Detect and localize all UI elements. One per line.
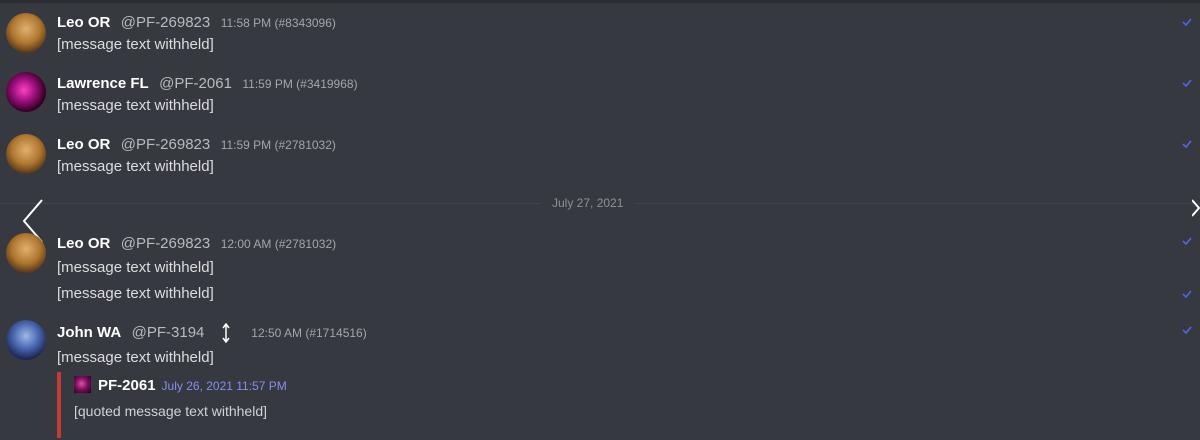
reply-username[interactable]: PF-2061 — [98, 377, 156, 394]
message-header: Leo OR @PF-269823 11:58 PM (#8343096) — [57, 13, 336, 33]
username[interactable]: John WA — [57, 324, 121, 341]
timestamp: 11:58 PM (#8343096) — [220, 16, 336, 30]
timestamp: 12:00 AM (#2781032) — [220, 237, 337, 251]
check-icon — [1182, 17, 1192, 27]
check-icon — [1182, 289, 1192, 299]
message-header: Leo OR @PF-269823 12:00 AM (#2781032) — [57, 234, 336, 254]
reply-accent-bar — [57, 372, 61, 438]
reply-timestamp: July 26, 2021 11:57 PM — [161, 379, 287, 393]
reply-header[interactable]: PF-2061 July 26, 2021 11:57 PM — [74, 376, 287, 396]
check-icon — [1182, 139, 1192, 149]
top-border — [0, 0, 1200, 3]
lion-avatar[interactable] — [6, 233, 46, 273]
date-divider-label: July 27, 2021 — [540, 194, 636, 212]
message-header: Lawrence FL @PF-2061 11:59 PM (#3419968) — [57, 74, 358, 94]
message-text: [message text withheld] — [57, 36, 214, 53]
lion-avatar[interactable] — [6, 134, 46, 174]
message-text: [message text withheld] — [57, 97, 214, 114]
user-handle[interactable]: @PF-269823 — [121, 14, 210, 31]
timestamp: 12:50 AM (#1714516) — [251, 326, 367, 341]
arrow-up-down-icon — [221, 322, 231, 344]
message-header: John WA @PF-3194 12:50 AM (#1714516) — [57, 322, 367, 344]
username[interactable]: Lawrence FL — [57, 75, 149, 92]
timestamp: 11:59 PM (#3419968) — [242, 77, 358, 91]
lion-avatar[interactable] — [6, 13, 46, 53]
message-text: [message text withheld] — [57, 349, 214, 366]
chevron-right-icon[interactable] — [1191, 198, 1200, 218]
timestamp: 11:59 PM (#2781032) — [220, 138, 336, 152]
user-handle[interactable]: @PF-269823 — [121, 136, 210, 153]
username[interactable]: Leo OR — [57, 136, 110, 153]
blue-avatar[interactable] — [6, 320, 46, 360]
reply-text: [quoted message text withheld] — [74, 403, 268, 419]
check-icon — [1182, 78, 1192, 88]
message-header: Leo OR @PF-269823 11:59 PM (#2781032) — [57, 135, 336, 155]
reply-avatar — [74, 376, 91, 393]
message-text: [message text withheld] — [57, 285, 214, 302]
message-text: [message text withheld] — [57, 259, 214, 276]
check-icon — [1182, 325, 1192, 335]
user-handle[interactable]: @PF-269823 — [121, 235, 210, 252]
message-text: [message text withheld] — [57, 158, 214, 175]
user-handle[interactable]: @PF-2061 — [159, 75, 232, 92]
pink-avatar[interactable] — [6, 72, 46, 112]
user-handle[interactable]: @PF-3194 — [132, 324, 205, 341]
username[interactable]: Leo OR — [57, 14, 110, 31]
check-icon — [1182, 236, 1192, 246]
username[interactable]: Leo OR — [57, 235, 110, 252]
